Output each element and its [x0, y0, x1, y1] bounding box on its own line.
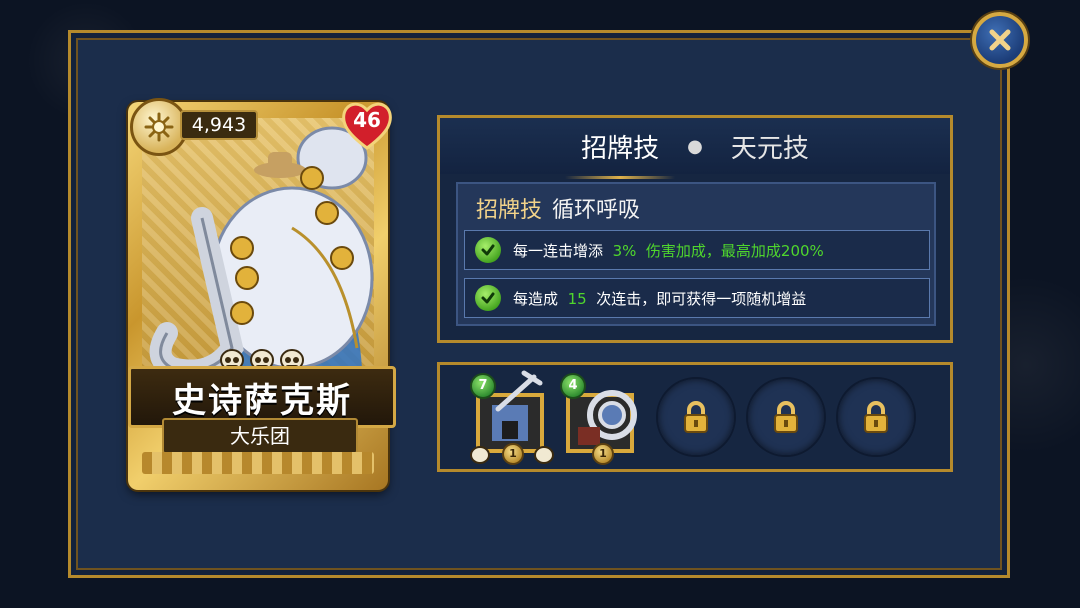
mana-cost-value: 4,943	[180, 110, 258, 140]
ability-effect-row: 每造成 15 次连击，即可获得一项随机增益	[464, 278, 930, 318]
ability-effect-text: 每造成 15 次连击，即可获得一项随机增益	[513, 289, 807, 308]
close-icon	[989, 29, 1011, 51]
ability-heading-name: 循环呼吸	[552, 198, 641, 223]
ability-heading: 招牌技 循环呼吸	[476, 192, 640, 224]
ability-tabs: 招牌技 ● 天元技	[440, 118, 950, 179]
card-name: 史诗萨克斯	[172, 380, 352, 421]
item-count-badge: 1	[592, 443, 614, 465]
card-art-saxophone-creature	[142, 118, 374, 380]
item-level-badge: 7	[470, 373, 496, 399]
checkmark-icon	[475, 237, 501, 263]
lock-icon	[684, 401, 708, 433]
equipment-slot-french-horn[interactable]: 4 1	[560, 369, 644, 465]
item-count-badge: 1	[502, 443, 524, 465]
locked-slot[interactable]	[656, 377, 736, 457]
equipment-slot-trumpet[interactable]: 7 1	[470, 369, 554, 465]
locked-slot[interactable]	[746, 377, 826, 457]
tab-heavenly-skill[interactable]: 天元技	[721, 128, 819, 165]
tab-signature-skill[interactable]: 招牌技	[565, 128, 676, 179]
lock-icon	[774, 401, 798, 433]
character-card: 4,943 46 史诗萨克斯 大乐团	[128, 98, 396, 492]
card-bottom-trim	[142, 452, 374, 474]
item-level-badge: 4	[560, 373, 586, 399]
ability-effect-row: 每一连击增添 3% 伤害加成，最高加成200%	[464, 230, 930, 270]
health-value: 46	[353, 108, 381, 132]
equipment-slots-panel: 7 1 4 1	[437, 362, 953, 472]
ability-description: 招牌技 循环呼吸 每一连击增添 3% 伤害加成，最高加成200% 每造成 15 次…	[456, 182, 936, 326]
ability-effect-text: 每一连击增添 3% 伤害加成，最高加成200%	[513, 241, 824, 260]
ability-heading-label: 招牌技	[476, 198, 543, 223]
ability-panel: 招牌技 ● 天元技 招牌技 循环呼吸 每一连击增添 3% 伤害加成，最高加成200…	[437, 115, 953, 343]
checkmark-icon	[475, 285, 501, 311]
close-button[interactable]	[972, 12, 1028, 68]
health-heart-icon: 46	[340, 98, 394, 152]
tab-separator: ●	[687, 135, 703, 157]
locked-slot[interactable]	[836, 377, 916, 457]
card-type: 大乐团	[162, 418, 358, 454]
lock-icon	[864, 401, 888, 433]
